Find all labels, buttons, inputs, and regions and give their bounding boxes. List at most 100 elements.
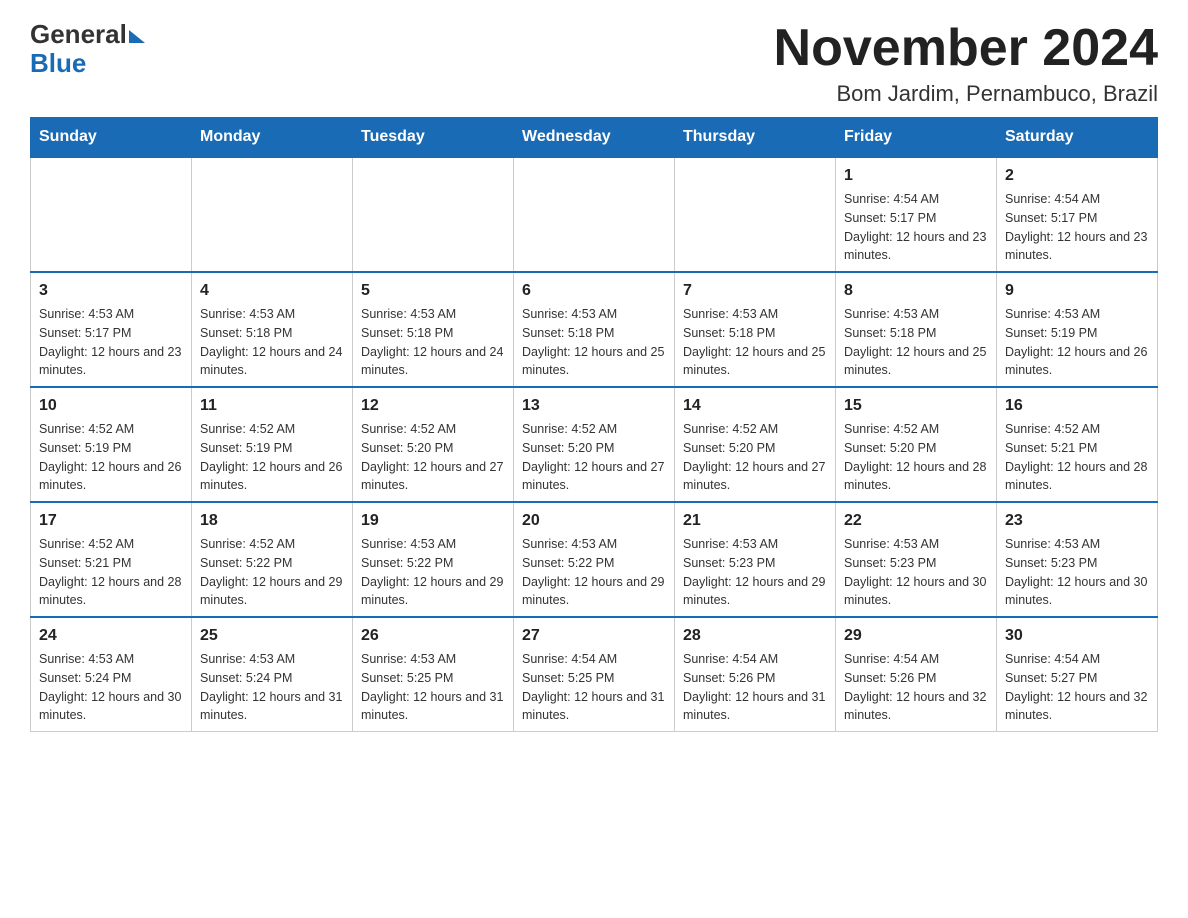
header-friday: Friday (836, 118, 997, 158)
calendar-cell-w4-d1: 18 Sunrise: 4:52 AMSunset: 5:22 PMDayligh… (192, 502, 353, 617)
day-info: Sunrise: 4:52 AMSunset: 5:20 PMDaylight:… (844, 422, 986, 492)
day-number: 30 (1005, 624, 1149, 648)
calendar-cell-w1-d5: 1 Sunrise: 4:54 AMSunset: 5:17 PMDaylight… (836, 157, 997, 272)
day-number: 23 (1005, 509, 1149, 533)
calendar-cell-w1-d6: 2Sunrise: 4:54 AMSunset: 5:17 PMDaylight… (997, 157, 1158, 272)
day-info: Sunrise: 4:52 AMSunset: 5:20 PMDaylight:… (683, 422, 825, 492)
logo-blue-text: Blue (30, 48, 86, 78)
day-number: 9 (1005, 279, 1149, 303)
calendar-cell-w5-d3: 27 Sunrise: 4:54 AMSunset: 5:25 PMDayligh… (514, 617, 675, 732)
day-number: 21 (683, 509, 827, 533)
header-thursday: Thursday (675, 118, 836, 158)
day-number: 19 (361, 509, 505, 533)
calendar-cell-w4-d4: 21Sunrise: 4:53 AMSunset: 5:23 PMDayligh… (675, 502, 836, 617)
calendar-cell-w5-d0: 24 Sunrise: 4:53 AMSunset: 5:24 PMDayligh… (31, 617, 192, 732)
page-title: November 2024 (774, 20, 1158, 77)
day-number: 11 (200, 394, 344, 418)
header-wednesday: Wednesday (514, 118, 675, 158)
calendar-cell-w3-d1: 11 Sunrise: 4:52 AMSunset: 5:19 PMDayligh… (192, 387, 353, 502)
calendar-cell-w5-d4: 28 Sunrise: 4:54 AMSunset: 5:26 PMDayligh… (675, 617, 836, 732)
day-info: Sunrise: 4:52 AMSunset: 5:21 PMDaylight:… (1005, 422, 1147, 492)
calendar-cell-w1-d2 (353, 157, 514, 272)
page-header: General Blue November 2024 Bom Jardim, P… (30, 20, 1158, 107)
day-number: 10 (39, 394, 183, 418)
day-info: Sunrise: 4:53 AMSunset: 5:24 PMDaylight:… (200, 652, 342, 722)
calendar-cell-w5-d5: 29 Sunrise: 4:54 AMSunset: 5:26 PMDayligh… (836, 617, 997, 732)
day-info: Sunrise: 4:52 AMSunset: 5:20 PMDaylight:… (522, 422, 664, 492)
calendar-cell-w2-d2: 5Sunrise: 4:53 AMSunset: 5:18 PMDaylight… (353, 272, 514, 387)
calendar-cell-w4-d3: 20Sunrise: 4:53 AMSunset: 5:22 PMDayligh… (514, 502, 675, 617)
day-info: Sunrise: 4:53 AMSunset: 5:18 PMDaylight:… (522, 307, 664, 377)
day-info: Sunrise: 4:53 AMSunset: 5:24 PMDaylight:… (39, 652, 181, 722)
day-number: 27 (522, 624, 666, 648)
day-info: Sunrise: 4:54 AMSunset: 5:26 PMDaylight:… (844, 652, 986, 722)
calendar-cell-w2-d4: 7 Sunrise: 4:53 AMSunset: 5:18 PMDaylight… (675, 272, 836, 387)
day-number: 26 (361, 624, 505, 648)
logo-arrow-icon (129, 30, 145, 43)
day-number: 18 (200, 509, 344, 533)
day-info: Sunrise: 4:53 AMSunset: 5:17 PMDaylight:… (39, 307, 181, 377)
day-info: Sunrise: 4:52 AMSunset: 5:22 PMDaylight:… (200, 537, 342, 607)
header-sunday: Sunday (31, 118, 192, 158)
day-info: Sunrise: 4:52 AMSunset: 5:21 PMDaylight:… (39, 537, 181, 607)
day-number: 14 (683, 394, 827, 418)
calendar-cell-w2-d3: 6 Sunrise: 4:53 AMSunset: 5:18 PMDaylight… (514, 272, 675, 387)
calendar-table: Sunday Monday Tuesday Wednesday Thursday… (30, 117, 1158, 732)
calendar-cell-w1-d4 (675, 157, 836, 272)
day-info: Sunrise: 4:53 AMSunset: 5:25 PMDaylight:… (361, 652, 503, 722)
day-number: 7 (683, 279, 827, 303)
calendar-body: 1 Sunrise: 4:54 AMSunset: 5:17 PMDaylight… (31, 157, 1158, 732)
calendar-cell-w5-d6: 30 Sunrise: 4:54 AMSunset: 5:27 PMDayligh… (997, 617, 1158, 732)
day-number: 25 (200, 624, 344, 648)
calendar-cell-w3-d5: 15 Sunrise: 4:52 AMSunset: 5:20 PMDayligh… (836, 387, 997, 502)
calendar-cell-w3-d3: 13 Sunrise: 4:52 AMSunset: 5:20 PMDayligh… (514, 387, 675, 502)
day-info: Sunrise: 4:54 AMSunset: 5:25 PMDaylight:… (522, 652, 664, 722)
calendar-cell-w3-d4: 14 Sunrise: 4:52 AMSunset: 5:20 PMDayligh… (675, 387, 836, 502)
calendar-cell-w2-d6: 9 Sunrise: 4:53 AMSunset: 5:19 PMDaylight… (997, 272, 1158, 387)
day-number: 4 (200, 279, 344, 303)
calendar-cell-w4-d5: 22 Sunrise: 4:53 AMSunset: 5:23 PMDayligh… (836, 502, 997, 617)
day-number: 24 (39, 624, 183, 648)
logo-general-text: General (30, 20, 127, 49)
calendar-cell-w4-d2: 19 Sunrise: 4:53 AMSunset: 5:22 PMDayligh… (353, 502, 514, 617)
calendar-week-5: 24 Sunrise: 4:53 AMSunset: 5:24 PMDayligh… (31, 617, 1158, 732)
page-subtitle: Bom Jardim, Pernambuco, Brazil (774, 81, 1158, 107)
day-info: Sunrise: 4:54 AMSunset: 5:17 PMDaylight:… (844, 192, 986, 262)
day-number: 22 (844, 509, 988, 533)
header-saturday: Saturday (997, 118, 1158, 158)
day-number: 13 (522, 394, 666, 418)
calendar-cell-w2-d5: 8 Sunrise: 4:53 AMSunset: 5:18 PMDaylight… (836, 272, 997, 387)
calendar-cell-w5-d1: 25 Sunrise: 4:53 AMSunset: 5:24 PMDayligh… (192, 617, 353, 732)
calendar-cell-w1-d1 (192, 157, 353, 272)
day-info: Sunrise: 4:53 AMSunset: 5:22 PMDaylight:… (361, 537, 503, 607)
day-number: 2 (1005, 164, 1149, 188)
day-info: Sunrise: 4:53 AMSunset: 5:23 PMDaylight:… (844, 537, 986, 607)
day-info: Sunrise: 4:53 AMSunset: 5:18 PMDaylight:… (683, 307, 825, 377)
calendar-header: Sunday Monday Tuesday Wednesday Thursday… (31, 118, 1158, 158)
calendar-week-3: 10 Sunrise: 4:52 AMSunset: 5:19 PMDayligh… (31, 387, 1158, 502)
day-number: 8 (844, 279, 988, 303)
day-number: 28 (683, 624, 827, 648)
day-info: Sunrise: 4:54 AMSunset: 5:26 PMDaylight:… (683, 652, 825, 722)
day-info: Sunrise: 4:53 AMSunset: 5:18 PMDaylight:… (200, 307, 342, 377)
calendar-cell-w3-d6: 16Sunrise: 4:52 AMSunset: 5:21 PMDayligh… (997, 387, 1158, 502)
day-info: Sunrise: 4:52 AMSunset: 5:19 PMDaylight:… (200, 422, 342, 492)
day-info: Sunrise: 4:53 AMSunset: 5:23 PMDaylight:… (1005, 537, 1147, 607)
calendar-cell-w2-d0: 3Sunrise: 4:53 AMSunset: 5:17 PMDaylight… (31, 272, 192, 387)
day-number: 17 (39, 509, 183, 533)
day-info: Sunrise: 4:53 AMSunset: 5:18 PMDaylight:… (844, 307, 986, 377)
header-monday: Monday (192, 118, 353, 158)
day-number: 15 (844, 394, 988, 418)
day-info: Sunrise: 4:53 AMSunset: 5:19 PMDaylight:… (1005, 307, 1147, 377)
day-info: Sunrise: 4:53 AMSunset: 5:18 PMDaylight:… (361, 307, 503, 377)
logo: General Blue (30, 20, 145, 77)
day-info: Sunrise: 4:52 AMSunset: 5:19 PMDaylight:… (39, 422, 181, 492)
calendar-cell-w5-d2: 26 Sunrise: 4:53 AMSunset: 5:25 PMDayligh… (353, 617, 514, 732)
title-block: November 2024 Bom Jardim, Pernambuco, Br… (774, 20, 1158, 107)
day-number: 29 (844, 624, 988, 648)
day-number: 6 (522, 279, 666, 303)
calendar-week-1: 1 Sunrise: 4:54 AMSunset: 5:17 PMDaylight… (31, 157, 1158, 272)
day-number: 1 (844, 164, 988, 188)
calendar-week-2: 3Sunrise: 4:53 AMSunset: 5:17 PMDaylight… (31, 272, 1158, 387)
day-info: Sunrise: 4:54 AMSunset: 5:27 PMDaylight:… (1005, 652, 1147, 722)
